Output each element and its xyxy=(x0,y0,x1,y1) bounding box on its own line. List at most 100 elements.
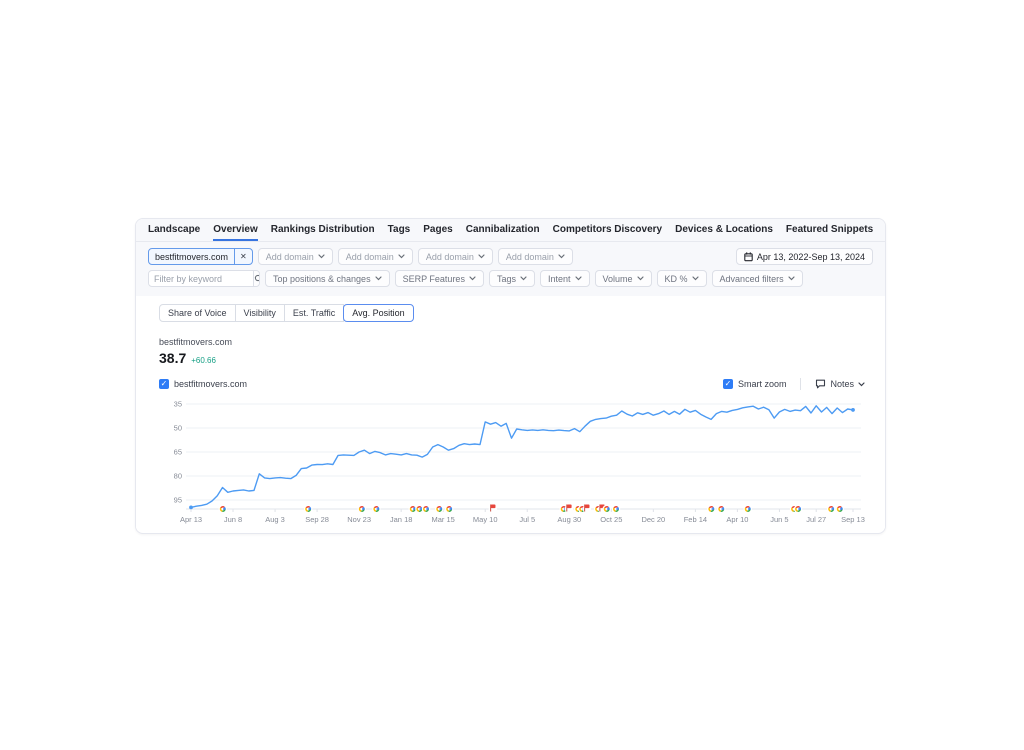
chevron-down-icon xyxy=(478,254,485,259)
x-tick-label: Jul 5 xyxy=(519,515,535,524)
google-update-marker[interactable] xyxy=(435,505,443,513)
google-update-marker[interactable] xyxy=(304,505,312,513)
google-update-marker[interactable] xyxy=(372,505,380,513)
add-domain-dropdown[interactable]: Add domain xyxy=(338,248,413,265)
y-tick-label: 35 xyxy=(174,400,182,409)
serp-features-dropdown[interactable]: SERP Features xyxy=(395,270,484,287)
position-tracking-card: Landscape Overview Rankings Distribution Ta… xyxy=(135,218,886,534)
series-legend-item[interactable]: ✓ bestfitmovers.com xyxy=(159,379,247,389)
tab-landscape[interactable]: Landscape xyxy=(148,219,200,241)
dropdown-label: Volume xyxy=(603,274,633,284)
x-tick-label: Mar 15 xyxy=(432,515,455,524)
chevron-down-icon xyxy=(469,276,476,281)
dropdown-label: Advanced filters xyxy=(720,274,784,284)
date-range-label: Apr 13, 2022-Sep 13, 2024 xyxy=(757,252,865,262)
chevron-down-icon xyxy=(375,276,382,281)
google-update-marker[interactable] xyxy=(422,505,430,513)
add-domain-group: Add domain Add domain Add domain Add domain xyxy=(258,248,573,265)
chevron-down-icon xyxy=(692,276,699,281)
add-domain-label: Add domain xyxy=(266,252,314,262)
notes-label: Notes xyxy=(830,379,854,389)
chevron-down-icon xyxy=(788,276,795,281)
filter-section: bestfitmovers.com ✕ Add domainAdd domain… xyxy=(136,242,885,296)
domain-filter-row: bestfitmovers.com ✕ Add domainAdd domain… xyxy=(148,248,873,265)
summary-domain: bestfitmovers.com xyxy=(159,337,885,347)
top-positions-changes-dropdown[interactable]: Top positions & changes xyxy=(265,270,390,287)
google-update-marker[interactable] xyxy=(794,505,802,513)
remove-domain-button[interactable]: ✕ xyxy=(234,249,252,264)
add-domain-dropdown[interactable]: Add domain xyxy=(418,248,493,265)
y-tick-label: 95 xyxy=(174,496,182,505)
x-tick-label: Feb 14 xyxy=(684,515,707,524)
notes-dropdown[interactable]: Notes xyxy=(815,379,865,389)
note-flag-marker[interactable] xyxy=(489,505,497,514)
add-domain-dropdown[interactable]: Add domain xyxy=(498,248,573,265)
series-end-point xyxy=(851,408,855,412)
page: Landscape Overview Rankings Distribution Ta… xyxy=(0,0,1024,750)
chevron-down-icon xyxy=(398,254,405,259)
google-update-marker[interactable] xyxy=(744,505,752,513)
tab-pages[interactable]: Pages xyxy=(423,219,452,241)
keyword-filter-row: Top positions & changes SERP Features Tags… xyxy=(148,270,873,287)
search-button[interactable] xyxy=(253,271,260,286)
kd-dropdown[interactable]: KD % xyxy=(657,270,707,287)
google-update-marker[interactable] xyxy=(827,505,835,513)
x-tick-label: Aug 3 xyxy=(265,515,285,524)
add-domain-dropdown[interactable]: Add domain xyxy=(258,248,333,265)
metric-tab-avg-position[interactable]: Avg. Position xyxy=(343,304,413,322)
x-tick-label: Jun 8 xyxy=(224,515,242,524)
dropdown-label: Intent xyxy=(548,274,571,284)
tab-tags[interactable]: Tags xyxy=(388,219,411,241)
metric-tab-est-traffic[interactable]: Est. Traffic xyxy=(285,304,344,322)
add-domain-label: Add domain xyxy=(346,252,394,262)
tags-dropdown[interactable]: Tags xyxy=(489,270,535,287)
intent-dropdown[interactable]: Intent xyxy=(540,270,590,287)
tab-rankings-distribution[interactable]: Rankings Distribution xyxy=(271,219,375,241)
tab-competitors-discovery[interactable]: Competitors Discovery xyxy=(553,219,662,241)
x-tick-label: Jul 27 xyxy=(806,515,826,524)
advanced-filters-dropdown[interactable]: Advanced filters xyxy=(712,270,803,287)
x-tick-label: Apr 10 xyxy=(726,515,748,524)
tab-cannibalization[interactable]: Cannibalization xyxy=(466,219,540,241)
google-update-marker[interactable] xyxy=(219,505,227,513)
x-tick-label: Oct 25 xyxy=(600,515,622,524)
series-start-point xyxy=(189,505,193,509)
y-tick-label: 50 xyxy=(174,424,182,433)
google-update-marker[interactable] xyxy=(358,505,366,513)
date-range-button[interactable]: Apr 13, 2022-Sep 13, 2024 xyxy=(736,248,873,265)
smart-zoom-checkbox[interactable]: ✓ xyxy=(723,379,733,389)
volume-dropdown[interactable]: Volume xyxy=(595,270,652,287)
dropdown-label: KD % xyxy=(665,274,688,284)
x-tick-label: May 10 xyxy=(473,515,498,524)
domain-chip[interactable]: bestfitmovers.com ✕ xyxy=(148,248,253,265)
metric-tab-share-of-voice[interactable]: Share of Voice xyxy=(159,304,236,322)
y-tick-label: 80 xyxy=(174,472,182,481)
add-domain-label: Add domain xyxy=(426,252,474,262)
x-tick-label: Apr 13 xyxy=(180,515,202,524)
tab-overview[interactable]: Overview xyxy=(213,219,257,241)
keyword-input[interactable] xyxy=(149,272,253,285)
series-checkbox[interactable]: ✓ xyxy=(159,379,169,389)
tab-featured-snippets[interactable]: Featured Snippets xyxy=(786,219,873,241)
chevron-down-icon xyxy=(858,382,865,387)
google-update-marker[interactable] xyxy=(717,505,725,513)
x-tick-label: Sep 28 xyxy=(305,515,329,524)
tab-devices-locations[interactable]: Devices & Locations xyxy=(675,219,773,241)
dropdown-label: SERP Features xyxy=(403,274,465,284)
google-update-marker[interactable] xyxy=(707,505,715,513)
y-tick-label: 65 xyxy=(174,448,182,457)
search-icon xyxy=(254,274,260,284)
x-tick-label: Aug 30 xyxy=(557,515,581,524)
google-update-marker[interactable] xyxy=(603,505,611,513)
x-tick-label: Sep 13 xyxy=(841,515,865,524)
legend-row: ✓ bestfitmovers.com ✓ Smart zoom Notes xyxy=(159,378,865,390)
top-tab-bar: Landscape Overview Rankings Distribution Ta… xyxy=(136,219,885,242)
avg-position-chart[interactable]: 3550658095Apr 13Jun 8Aug 3Sep 28Nov 23Ja… xyxy=(166,396,866,526)
divider xyxy=(800,378,801,390)
google-update-marker[interactable] xyxy=(445,505,453,513)
x-tick-label: Dec 20 xyxy=(641,515,665,524)
google-update-marker[interactable] xyxy=(836,505,844,513)
metric-tab-visibility[interactable]: Visibility xyxy=(236,304,285,322)
google-update-marker[interactable] xyxy=(612,505,620,513)
dropdown-label: Top positions & changes xyxy=(273,274,371,284)
